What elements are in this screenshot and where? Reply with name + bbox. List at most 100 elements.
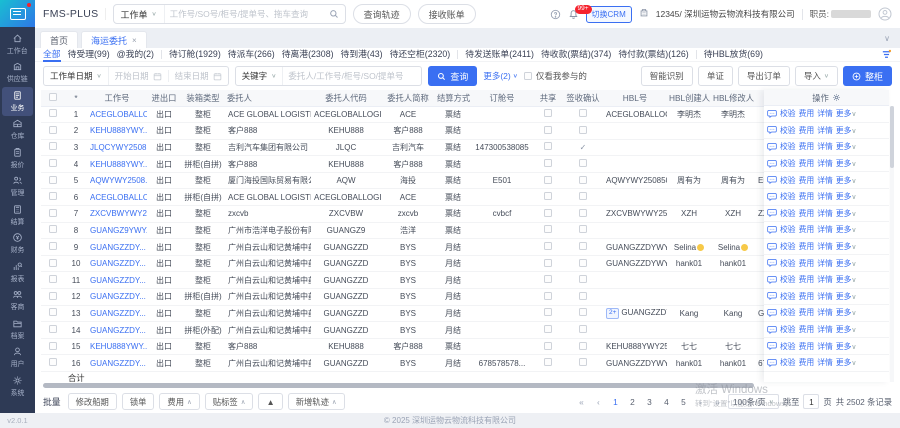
status-filter-tab[interactable]: 待发送账单(2411) xyxy=(465,48,534,62)
company-name[interactable]: 12345/ 深圳运物云物流科技有限公司 xyxy=(656,8,795,20)
confirm-checkbox[interactable] xyxy=(579,159,587,167)
status-filter-tab[interactable]: 待受理(99) xyxy=(68,48,110,62)
op-link[interactable]: 详情 xyxy=(817,191,833,202)
batch-button[interactable]: ▲ xyxy=(258,393,282,410)
page-size-select[interactable]: 100条/页∨ xyxy=(728,394,779,409)
op-link[interactable]: 校验 xyxy=(780,341,796,352)
track-query-button[interactable]: 查询轨迹 xyxy=(353,4,411,24)
op-link[interactable]: 校验 xyxy=(780,191,796,202)
shared-checkbox[interactable] xyxy=(544,126,552,134)
op-link[interactable]: 费用 xyxy=(799,141,815,152)
sidebar-item-manage[interactable]: 管理 xyxy=(0,173,35,202)
status-filter-tab[interactable]: @我的(2) xyxy=(117,48,154,62)
op-link[interactable]: 详情 xyxy=(817,208,833,219)
row-checkbox[interactable] xyxy=(49,159,57,167)
page-tab[interactable]: 海运委托× xyxy=(81,31,147,48)
job-number-link[interactable]: GUANGZZDY... xyxy=(87,272,147,289)
shared-checkbox[interactable] xyxy=(544,275,552,283)
horizontal-scrollbar[interactable] xyxy=(43,383,890,389)
help-icon[interactable] xyxy=(550,9,561,20)
confirm-checkbox[interactable] xyxy=(579,126,587,134)
op-link[interactable]: 校验 xyxy=(780,324,796,335)
sidebar-item-settlement[interactable]: 结算 xyxy=(0,201,35,230)
column-header[interactable]: 进出口 xyxy=(147,90,181,106)
shared-checkbox[interactable] xyxy=(544,358,552,366)
status-filter-tab[interactable]: 待付款(票结)(126) xyxy=(618,48,688,62)
sidebar-item-system[interactable]: 系统 xyxy=(0,372,35,401)
sidebar-item-finance[interactable]: 财务 xyxy=(0,230,35,259)
column-header[interactable]: 结算方式 xyxy=(435,90,471,106)
op-link[interactable]: 费用 xyxy=(799,125,815,136)
hbl-count-badge[interactable]: 2+ xyxy=(606,308,619,319)
shared-checkbox[interactable] xyxy=(544,325,552,333)
chat-icon[interactable] xyxy=(767,125,777,135)
op-more-link[interactable]: 更多∨ xyxy=(836,241,857,252)
end-date-input[interactable]: 结束日期 xyxy=(168,70,228,82)
shared-checkbox[interactable] xyxy=(544,259,552,267)
op-link[interactable]: 校验 xyxy=(780,158,796,169)
sidebar-item-report[interactable]: 报表 xyxy=(0,258,35,287)
op-more-link[interactable]: 更多∨ xyxy=(836,125,857,136)
row-checkbox[interactable] xyxy=(49,342,57,350)
confirm-checkbox[interactable] xyxy=(579,209,587,217)
op-more-link[interactable]: 更多∨ xyxy=(836,291,857,302)
start-date-input[interactable]: 开始日期 xyxy=(109,70,168,82)
job-number-link[interactable]: AQWYWY2508... xyxy=(87,172,147,189)
op-link[interactable]: 详情 xyxy=(817,307,833,318)
row-checkbox[interactable] xyxy=(49,275,57,283)
op-link[interactable]: 校验 xyxy=(780,274,796,285)
op-link[interactable]: 费用 xyxy=(799,241,815,252)
search-category-select[interactable]: 工作单 ∨ xyxy=(114,5,165,23)
op-link[interactable]: 校验 xyxy=(780,224,796,235)
page-number[interactable]: 4 xyxy=(660,395,673,408)
column-filter-icon[interactable] xyxy=(881,49,892,60)
batch-button[interactable]: 贴标签∧ xyxy=(205,393,254,410)
confirm-checkbox[interactable] xyxy=(579,109,587,117)
only-mine-checkbox[interactable]: 仅看我参与的 xyxy=(524,70,587,82)
status-filter-tab[interactable]: 待还空柜(2320) xyxy=(390,48,451,62)
op-link[interactable]: 费用 xyxy=(799,208,815,219)
op-link[interactable]: 校验 xyxy=(780,241,796,252)
sidebar-item-quote[interactable]: 报价 xyxy=(0,144,35,173)
page-number[interactable]: 1 xyxy=(609,395,622,408)
row-checkbox[interactable] xyxy=(49,126,57,134)
confirm-checkbox[interactable] xyxy=(579,192,587,200)
confirm-checkbox[interactable] xyxy=(579,275,587,283)
batch-button[interactable]: 修改船期 xyxy=(68,393,117,410)
op-link[interactable]: 校验 xyxy=(780,291,796,302)
sidebar-item-partner[interactable]: 客商 xyxy=(0,287,35,316)
op-link[interactable]: 校验 xyxy=(780,141,796,152)
sidebar-item-business[interactable]: 业务 xyxy=(2,87,33,116)
row-checkbox[interactable] xyxy=(49,142,57,150)
op-link[interactable]: 详情 xyxy=(817,258,833,269)
sidebar-item-user[interactable]: 用户 xyxy=(0,344,35,373)
op-link[interactable]: 费用 xyxy=(799,341,815,352)
row-checkbox[interactable] xyxy=(49,109,57,117)
gear-icon[interactable] xyxy=(832,93,841,102)
op-more-link[interactable]: 更多∨ xyxy=(836,274,857,285)
shared-checkbox[interactable] xyxy=(544,308,552,316)
job-number-link[interactable]: GUANGZ9YWY... xyxy=(87,222,147,239)
chat-icon[interactable] xyxy=(767,175,777,185)
op-more-link[interactable]: 更多∨ xyxy=(836,341,857,352)
op-link[interactable]: 详情 xyxy=(817,158,833,169)
op-link[interactable]: 校验 xyxy=(780,357,796,368)
confirm-checkbox[interactable] xyxy=(579,358,587,366)
page-number[interactable]: 3 xyxy=(643,395,656,408)
keyword-input[interactable] xyxy=(283,71,421,81)
op-link[interactable]: 校验 xyxy=(780,307,796,318)
column-header[interactable] xyxy=(755,90,764,106)
op-link[interactable]: 校验 xyxy=(780,125,796,136)
last-page-button[interactable]: » xyxy=(711,395,724,408)
op-link[interactable]: 费用 xyxy=(799,158,815,169)
search-icon[interactable] xyxy=(323,9,345,19)
chat-icon[interactable] xyxy=(767,208,777,218)
sidebar-item-supply-chain[interactable]: 供应链 xyxy=(0,59,35,88)
more-filters-link[interactable]: 更多(2)∨ xyxy=(483,70,518,82)
status-filter-tab[interactable]: 待离港(2308) xyxy=(282,48,334,62)
job-number-link[interactable]: JLQCYWY2508... xyxy=(87,139,147,156)
shared-checkbox[interactable] xyxy=(544,176,552,184)
page-number[interactable]: 5 xyxy=(677,395,690,408)
op-link[interactable]: 费用 xyxy=(799,258,815,269)
chat-icon[interactable] xyxy=(767,258,777,268)
